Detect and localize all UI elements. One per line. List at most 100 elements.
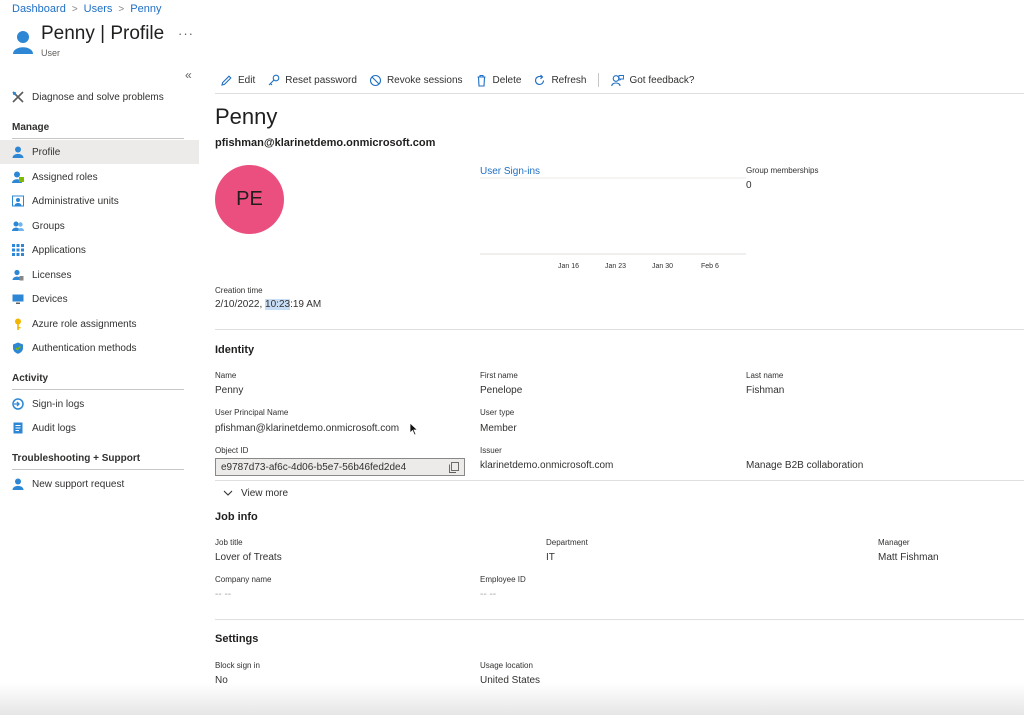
block-icon — [369, 74, 381, 86]
sidebar-item-label: Licenses — [32, 269, 72, 281]
sidebar-item-audit-logs[interactable]: Audit logs — [0, 416, 199, 440]
support-icon — [12, 478, 24, 490]
sidebar-item-new-support-request[interactable]: New support request — [0, 472, 199, 496]
page-subtitle: User — [41, 48, 61, 58]
sidebar-item-applications[interactable]: Applications — [0, 238, 199, 262]
user-type-value: Member — [480, 423, 517, 434]
breadcrumb-users[interactable]: Users — [84, 3, 113, 15]
settings-section-title: Settings — [215, 633, 259, 645]
department-label: Department — [546, 538, 588, 547]
breadcrumb: Dashboard > Users > Penny — [12, 3, 161, 15]
issuer-label: Issuer — [480, 446, 502, 455]
upn-label: User Principal Name — [215, 408, 289, 417]
sidebar-item-label: Diagnose and solve problems — [32, 91, 164, 103]
admin-units-icon — [12, 195, 24, 207]
sidebar-item-assigned-roles[interactable]: Assigned roles — [0, 165, 199, 189]
audit-icon — [12, 422, 24, 434]
object-id-field[interactable]: e9787d73-af6c-4d06-b5e7-56b46fed2de4 — [215, 458, 465, 476]
employee-id-value: -- -- — [480, 589, 497, 600]
breadcrumb-penny[interactable]: Penny — [130, 3, 161, 15]
block-sign-in-label: Block sign in — [215, 661, 260, 670]
user-principal-name: pfishman@klarinetdemo.onmicrosoft.com — [215, 137, 436, 149]
name-label: Name — [215, 371, 237, 380]
sidebar-item-profile[interactable]: Profile — [0, 140, 199, 164]
sidebar-item-label: Authentication methods — [32, 342, 137, 354]
key-icon — [268, 74, 280, 85]
sidebar-item-label: Groups — [32, 220, 65, 232]
group-memberships-label: Group memberships — [746, 166, 819, 175]
page-title: Penny | Profile — [41, 23, 165, 44]
feedback-label: Got feedback? — [629, 74, 695, 86]
sidebar-item-diagnose[interactable]: Diagnose and solve problems — [0, 85, 199, 109]
breadcrumb-dashboard[interactable]: Dashboard — [12, 3, 66, 15]
sidebar-item-label: Administrative units — [32, 195, 119, 207]
sidebar-item-label: Azure role assignments — [32, 318, 137, 330]
mouse-cursor-icon — [409, 422, 419, 436]
upn-value: pfishman@klarinetdemo.onmicrosoft.com — [215, 423, 400, 434]
revoke-sessions-label: Revoke sessions — [386, 74, 463, 86]
view-more-button[interactable]: View more — [223, 488, 288, 499]
creation-time-selected: 10:23 — [265, 299, 291, 310]
sidebar-section-support: Troubleshooting + Support — [12, 453, 141, 464]
edit-button[interactable]: Edit — [220, 74, 255, 87]
name-value: Penny — [215, 385, 244, 396]
employee-id-label: Employee ID — [480, 575, 526, 584]
pencil-icon — [221, 74, 232, 86]
avatar-initials: PE — [236, 188, 263, 210]
feedback-button[interactable]: Got feedback? — [611, 74, 695, 87]
sidebar-item-groups[interactable]: Groups — [0, 214, 199, 238]
last-name-label: Last name — [746, 371, 784, 380]
sidebar-item-label: Sign-in logs — [32, 398, 85, 410]
more-icon[interactable]: ··· — [178, 26, 194, 41]
company-name-value: -- -- — [215, 589, 232, 600]
job-info-section-title: Job info — [215, 511, 258, 523]
creation-time-date: 2/10/2022, — [215, 299, 266, 310]
creation-time-value: 2/10/2022, 10:23:19 AM — [215, 299, 321, 310]
sidebar-divider — [12, 469, 184, 470]
bottom-shadow — [0, 683, 1024, 715]
user-display-name: Penny — [215, 104, 278, 129]
first-name-value: Penelope — [480, 385, 523, 396]
job-title-value: Lover of Treats — [215, 552, 282, 563]
revoke-sessions-button[interactable]: Revoke sessions — [369, 74, 463, 87]
view-more-label: View more — [241, 488, 289, 499]
sidebar-item-authentication-methods[interactable]: Authentication methods — [0, 336, 199, 360]
reset-password-button[interactable]: Reset password — [267, 74, 357, 87]
sidebar-item-label: Applications — [32, 244, 86, 256]
signin-icon — [12, 398, 24, 410]
sidebar-item-label: Devices — [32, 293, 68, 305]
shield-icon — [12, 342, 24, 354]
user-icon — [13, 31, 33, 54]
refresh-button[interactable]: Refresh — [533, 74, 586, 87]
sidebar-item-azure-role-assignments[interactable]: Azure role assignments — [0, 312, 199, 336]
manage-b2b-link[interactable]: Manage B2B collaboration — [746, 460, 863, 471]
copy-icon[interactable] — [449, 462, 459, 473]
tools-icon — [12, 91, 24, 103]
collapse-sidebar-icon[interactable]: « — [185, 68, 192, 82]
sidebar-divider — [12, 138, 184, 139]
section-divider — [215, 480, 1024, 481]
sidebar-item-licenses[interactable]: Licenses — [0, 263, 199, 287]
chart-tick-label: Jan 23 — [605, 263, 627, 270]
creation-time-rest: :19 AM — [290, 299, 322, 310]
user-type-label: User type — [480, 408, 515, 417]
delete-label: Delete — [492, 74, 522, 86]
feedback-icon — [611, 74, 625, 86]
group-memberships-value[interactable]: 0 — [746, 180, 752, 191]
job-title-label: Job title — [215, 538, 243, 547]
manager-link[interactable]: Matt Fishman — [878, 552, 939, 563]
sidebar-item-devices[interactable]: Devices — [0, 287, 199, 311]
issuer-link[interactable]: klarinetdemo.onmicrosoft.com — [480, 460, 613, 471]
delete-button[interactable]: Delete — [475, 74, 522, 87]
key-icon — [12, 318, 24, 330]
last-name-value: Fishman — [746, 385, 785, 396]
groups-icon — [12, 220, 24, 232]
chevron-down-icon — [223, 490, 233, 496]
sidebar-item-sign-in-logs[interactable]: Sign-in logs — [0, 392, 199, 416]
sidebar-divider — [12, 389, 184, 390]
licenses-icon — [12, 269, 24, 281]
trash-icon — [477, 74, 486, 87]
company-name-label: Company name — [215, 575, 272, 584]
sidebar-item-administrative-units[interactable]: Administrative units — [0, 189, 199, 213]
chart-tick-label: Jan 16 — [558, 263, 580, 270]
